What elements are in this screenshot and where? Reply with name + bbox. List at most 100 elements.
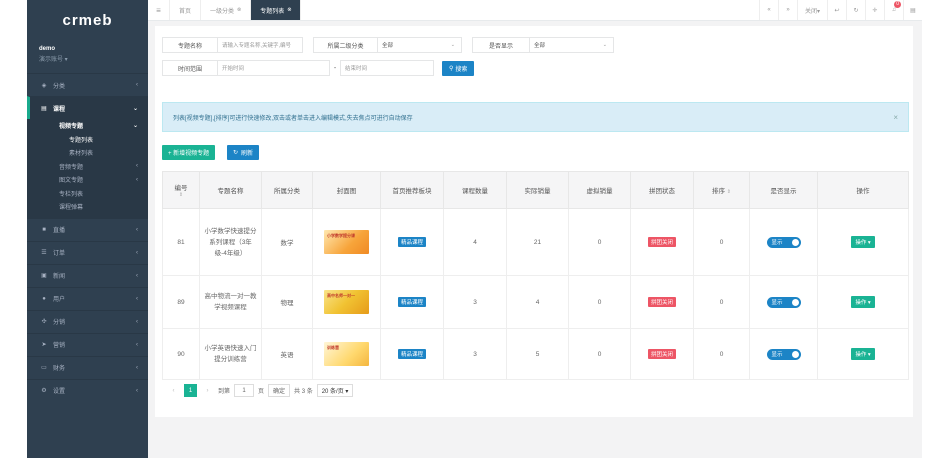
- video-icon: ■: [42, 226, 46, 233]
- sidebar-item-label: 设置: [53, 389, 66, 395]
- cell-show: 显示: [749, 328, 818, 380]
- cell-course-count: 3: [443, 328, 507, 380]
- fullscreen-icon[interactable]: ✛: [865, 0, 884, 20]
- menu-icon[interactable]: ▤: [903, 0, 922, 20]
- category-select[interactable]: 全部 ⌄: [378, 37, 462, 53]
- tab-category[interactable]: 一级分类 ⊗: [201, 0, 252, 20]
- sidebar-item-order[interactable]: ☰ 订单 ‹: [27, 240, 148, 264]
- recommend-badge: 精品课程: [397, 349, 426, 359]
- cell-name[interactable]: 小学英语快速入门提分训练营: [199, 328, 262, 380]
- cell-sort[interactable]: 0: [693, 208, 750, 276]
- sidebar-item-settings[interactable]: ⚙ 设置 ‹: [27, 378, 148, 402]
- toggle-label: 显示: [771, 240, 783, 246]
- close-icon[interactable]: ⊗: [287, 7, 291, 13]
- actions-dropdown-button[interactable]: 操作 ▾: [851, 236, 875, 248]
- tab-topic-list[interactable]: 专题列表 ⊗: [251, 0, 302, 20]
- gear-icon: ⚙: [41, 388, 47, 394]
- main-area: 专题名称 请输入专题名称,关键字,编号 所属二级分类 全部 ⌄ 是否显示 全部 ⌄ …: [148, 21, 922, 458]
- scroll-left-icon[interactable]: «: [759, 0, 778, 20]
- refresh-icon[interactable]: ↻: [846, 0, 865, 20]
- chevron-down-icon: ⌄: [602, 42, 607, 48]
- subnav-article-topic[interactable]: 图文专题 ‹: [27, 173, 148, 187]
- show-toggle[interactable]: 显示: [766, 236, 801, 248]
- cell-virtual-sales[interactable]: 0: [568, 208, 631, 276]
- sidebar-item-course[interactable]: ▤ 课程 ⌄: [27, 96, 148, 119]
- sidebar-item-news[interactable]: ▣ 新闻 ‹: [27, 263, 148, 287]
- subnav-label: 专题列表: [69, 137, 94, 144]
- prev-page-icon[interactable]: ‹: [167, 384, 180, 397]
- close-icon[interactable]: ×: [893, 113, 898, 122]
- cell-cover: 小学数学提分课: [312, 208, 381, 276]
- cell-virtual-sales[interactable]: 0: [568, 275, 631, 329]
- bell-icon[interactable]: ♫ 0: [884, 0, 903, 20]
- cell-id: 81: [162, 208, 200, 276]
- sort-icon: ⇕: [178, 192, 184, 198]
- add-topic-button[interactable]: + 新增视频专题: [162, 145, 216, 160]
- category-filter-label: 所属二级分类: [313, 37, 378, 53]
- menu-toggle-icon[interactable]: ≡: [148, 0, 170, 20]
- close-icon[interactable]: ⊗: [237, 7, 241, 13]
- cell-sort[interactable]: 0: [693, 275, 750, 329]
- close-tabs-button[interactable]: 关闭▾: [797, 0, 827, 20]
- col-header-id[interactable]: 编号 ⇕: [162, 171, 200, 209]
- scroll-right-icon[interactable]: »: [778, 0, 797, 20]
- sidebar-item-category[interactable]: ◈ 分类 ‹: [27, 73, 148, 96]
- page-number[interactable]: 1: [184, 384, 197, 397]
- sidebar-item-distribution[interactable]: ✣ 分销 ‹: [27, 309, 148, 333]
- page-unit-label: 页: [258, 389, 265, 395]
- goto-page-input[interactable]: 1: [234, 384, 255, 397]
- subnav-audio-topic[interactable]: 音频专题 ‹: [27, 160, 148, 174]
- cell-virtual-sales[interactable]: 0: [568, 328, 631, 380]
- search-button[interactable]: ⚲ 搜索: [442, 60, 475, 76]
- cell-name[interactable]: 小学数学快速提分系列课程（3年级-4年级）: [199, 208, 262, 276]
- col-header-actions: 操作: [817, 171, 909, 209]
- table-row: 89 高中物流一对一教学视频课程 物理 高中名师一对一 精品课程 3 4 0 拼…: [162, 275, 909, 329]
- user-role[interactable]: 演示账号 ▾: [39, 54, 136, 63]
- cell-category: 英语: [261, 328, 313, 380]
- sidebar-item-user[interactable]: ● 用户 ‹: [27, 286, 148, 310]
- money-icon: ▭: [41, 365, 47, 371]
- user-name: demo: [39, 46, 56, 52]
- sidebar-item-finance[interactable]: ▭ 财务 ‹: [27, 355, 148, 379]
- title-filter-input[interactable]: 请输入专题名称,关键字,编号: [218, 37, 303, 53]
- back-icon[interactable]: ↩: [827, 0, 846, 20]
- show-select-value: 全部: [534, 43, 546, 49]
- page-size-select[interactable]: 20 条/页 ▾: [316, 384, 354, 397]
- subnav-column-list[interactable]: 专栏列表: [27, 187, 148, 201]
- refresh-button[interactable]: ↻ 刷新: [227, 145, 260, 160]
- col-header-label: 排序: [711, 188, 725, 195]
- end-time-input[interactable]: 结束时间: [340, 60, 434, 76]
- col-header-sort[interactable]: 排序 ⇕: [693, 171, 750, 209]
- sidebar-item-marketing[interactable]: ➤ 营销 ‹: [27, 332, 148, 356]
- show-toggle[interactable]: 显示: [766, 348, 801, 360]
- sidebar-item-label: 用户: [53, 297, 66, 303]
- cell-name[interactable]: 高中物流一对一教学视频课程: [199, 275, 262, 329]
- sidebar-item-live[interactable]: ■ 直播 ‹: [27, 217, 148, 241]
- subnav-danmaku[interactable]: 课程弹幕: [27, 200, 148, 214]
- tab-home[interactable]: 首页: [170, 0, 202, 20]
- subnav-material-list[interactable]: 素材列表: [27, 146, 148, 160]
- table-row: 90 小学英语快速入门提分训练营 英语 训练营 精品课程 3 5 0 拼团关闭 …: [162, 328, 909, 380]
- cover-image[interactable]: 高中名师一对一: [324, 290, 369, 314]
- cover-image[interactable]: 小学数学提分课: [324, 230, 369, 254]
- cover-image[interactable]: 训练营: [324, 342, 369, 366]
- search-icon: ⚲: [449, 65, 454, 72]
- topbar: ≡ 首页 一级分类 ⊗ 专题列表 ⊗ « » 关闭▾ ↩ ↻ ✛ ♫ 0 ▤: [148, 0, 922, 21]
- col-header-group-status: 拼团状态: [630, 171, 694, 209]
- next-page-icon[interactable]: ›: [201, 384, 214, 397]
- cell-sort[interactable]: 0: [693, 328, 750, 380]
- col-header-label: 编号: [174, 185, 188, 192]
- user-box[interactable]: demo 演示账号 ▾: [27, 40, 148, 73]
- cell-sales: 21: [506, 208, 569, 276]
- actions-dropdown-button[interactable]: 操作 ▾: [851, 296, 875, 308]
- info-alert: 列表[视频专题],[排序]可进行快速修改,双击或者单击进入编辑模式,失去焦点可进…: [162, 102, 909, 132]
- subnav-topic-list[interactable]: 专题列表: [27, 133, 148, 147]
- actions-dropdown-button[interactable]: 操作 ▾: [851, 348, 875, 360]
- topic-name: 小学数学快速提分系列课程（3年级-4年级）: [204, 227, 257, 257]
- show-toggle[interactable]: 显示: [766, 296, 801, 308]
- start-time-input[interactable]: 开始时间: [218, 60, 330, 76]
- goto-confirm-button[interactable]: 确定: [268, 384, 291, 397]
- show-select[interactable]: 全部 ⌄: [530, 37, 614, 53]
- content-panel: 专题名称 请输入专题名称,关键字,编号 所属二级分类 全部 ⌄ 是否显示 全部 ⌄ …: [155, 26, 913, 417]
- subnav-video-topic[interactable]: 视频专题 ⌄: [27, 119, 148, 133]
